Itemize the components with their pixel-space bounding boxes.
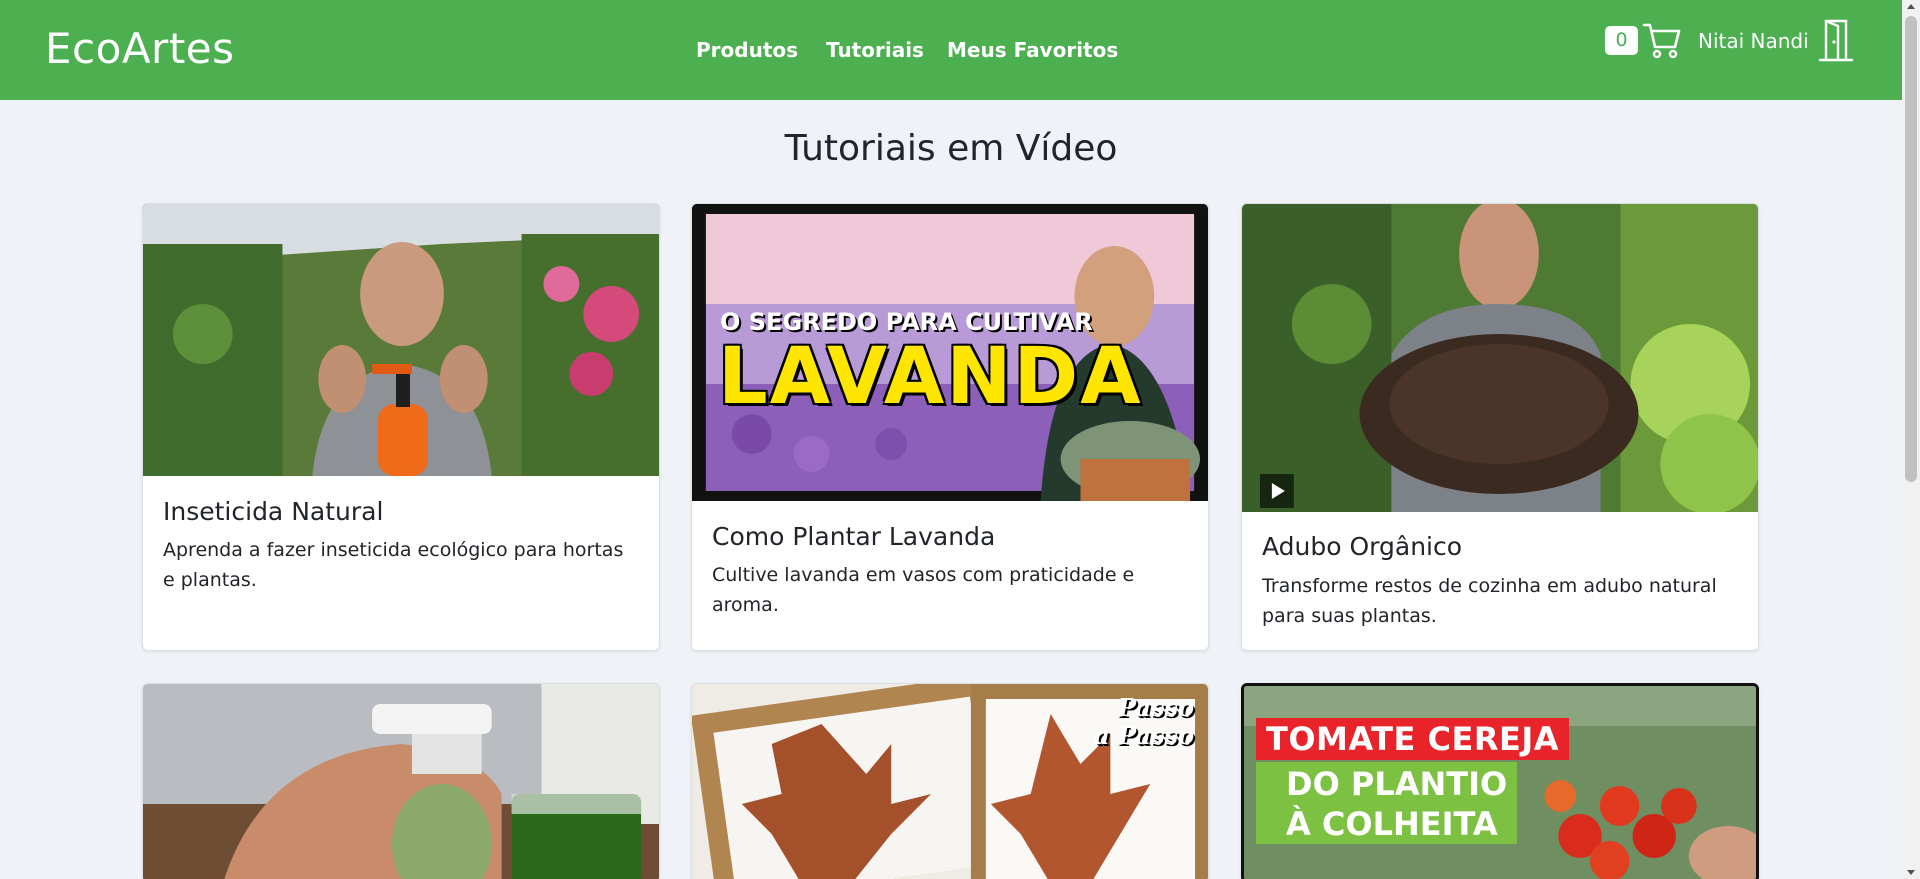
tutorial-thumbnail[interactable]: TOMATE CEREJA DO PLANTIO À COLHEITA [1244, 686, 1756, 879]
tutorial-thumbnail[interactable] [143, 204, 659, 476]
nav-tutoriais[interactable]: Tutoriais [826, 38, 924, 62]
cart-count-badge[interactable]: 0 [1605, 26, 1638, 55]
navbar: EcoArtes Produtos Tutoriais Meus Favorit… [0, 0, 1902, 100]
thumbnail-text-2: DO PLANTIO [1286, 765, 1508, 803]
tutorial-thumbnail[interactable]: Passo a Passo [692, 684, 1208, 879]
tutorial-thumbnail[interactable] [1242, 204, 1758, 512]
tutorial-card[interactable]: TOMATE CEREJA DO PLANTIO À COLHEITA [1241, 683, 1759, 879]
thumbnail-text-1: Passo [1118, 693, 1194, 722]
page-scrollbar[interactable] [1902, 0, 1920, 879]
scroll-down-arrow-icon[interactable] [1907, 870, 1915, 875]
thumbnail-text-main: LAVANDA [718, 332, 1143, 422]
tutorial-description: Cultive lavanda em vasos com praticidade… [712, 564, 1135, 616]
thumbnail-text-3: À COLHEITA [1286, 805, 1498, 843]
tutorial-title[interactable]: Inseticida Natural [163, 497, 383, 526]
tutorial-description: Transforme restos de cozinha em adubo na… [1262, 575, 1717, 627]
page-title: Tutoriais em Vídeo [784, 128, 1118, 169]
tutorial-title[interactable]: Adubo Orgânico [1262, 532, 1462, 561]
thumbnail-text-2: a Passo [1094, 721, 1194, 750]
tutorial-title[interactable]: Como Plantar Lavanda [712, 522, 995, 551]
brand-logo[interactable]: EcoArtes [45, 24, 235, 73]
cart-icon[interactable] [1642, 20, 1682, 60]
door-icon[interactable] [1818, 18, 1854, 62]
user-name[interactable]: Nitai Nandi [1698, 29, 1809, 53]
tutorial-card[interactable]: Adubo Orgânico Transforme restos de cozi… [1241, 203, 1759, 651]
tutorial-thumbnail[interactable]: O SEGREDO PARA CULTIVAR LAVANDA [692, 204, 1208, 501]
tutorial-thumbnail[interactable] [143, 684, 659, 879]
tutorial-description: Aprenda a fazer inseticida ecológico par… [163, 539, 624, 591]
thumbnail-text-1: TOMATE CEREJA [1256, 718, 1569, 760]
nav-meus-favoritos[interactable]: Meus Favoritos [947, 38, 1118, 62]
tutorial-card[interactable] [142, 683, 660, 879]
tutorial-card[interactable]: Passo a Passo [691, 683, 1209, 879]
tutorial-card[interactable]: O SEGREDO PARA CULTIVAR LAVANDA Como Pla… [691, 203, 1209, 651]
scroll-up-arrow-icon[interactable] [1907, 4, 1915, 9]
nav-produtos[interactable]: Produtos [696, 38, 798, 62]
scroll-thumb[interactable] [1905, 16, 1917, 482]
tutorial-card[interactable]: Inseticida Natural Aprenda a fazer inset… [142, 203, 660, 651]
